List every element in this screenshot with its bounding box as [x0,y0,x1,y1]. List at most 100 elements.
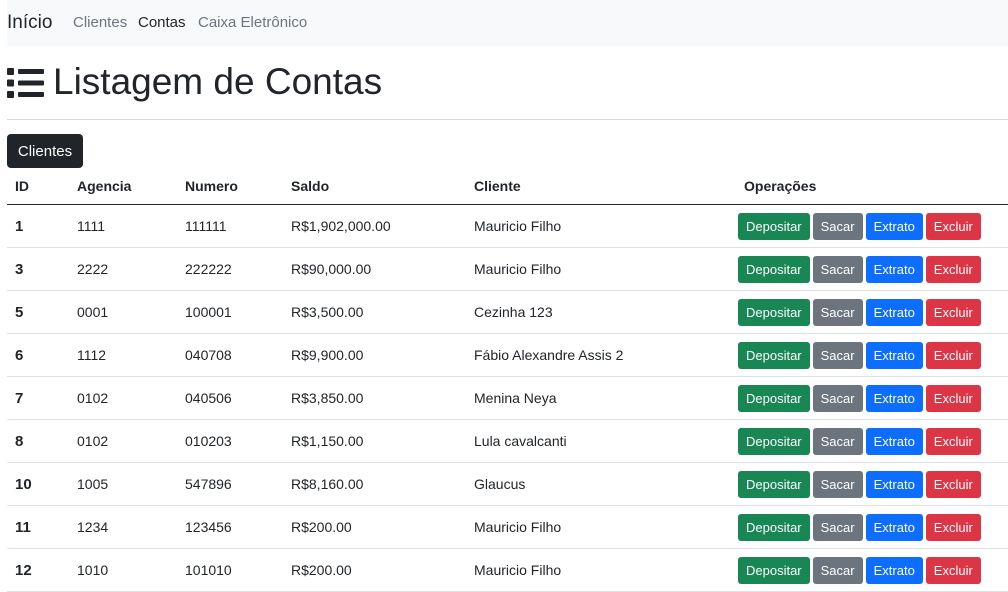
cell-agencia: 1112 [69,333,177,377]
extrato-button[interactable]: Extrato [865,341,923,369]
cell-saldo: R$200.00 [283,505,466,549]
cell-id: 1 [7,204,69,248]
col-header-cliente: Cliente [466,168,736,205]
extrato-button[interactable]: Extrato [865,298,923,326]
excluir-button[interactable]: Excluir [925,212,981,240]
cell-operacoes: Depositar Sacar Extrato Excluir [736,290,1008,334]
table-header-row: ID Agencia Numero Saldo Cliente Operaçõe… [7,168,1008,205]
cell-agencia: 1005 [69,462,177,506]
cell-operacoes: Depositar Sacar Extrato Excluir [736,462,1008,506]
cell-agencia: 0102 [69,376,177,420]
sacar-button[interactable]: Sacar [812,556,863,584]
extrato-button[interactable]: Extrato [865,513,923,541]
table-row: 3 2222 222222 R$90,000.00 Mauricio Filho Depo… [7,247,1008,291]
nav-link-clientes[interactable]: Clientes [73,14,127,31]
table-row: 1 1111 111111 R$1,902,000.00 Mauricio Filho D… [7,204,1008,248]
cell-numero: 101010 [177,548,283,592]
cell-cliente: Mauricio Filho [466,505,736,549]
cell-saldo: R$8,160.00 [283,462,466,506]
cell-numero: 040506 [177,376,283,420]
cell-saldo: R$3,500.00 [283,290,466,334]
sacar-button[interactable]: Sacar [812,513,863,541]
extrato-button[interactable]: Extrato [865,384,923,412]
cell-cliente: Lula cavalcanti [466,419,736,463]
table-row: 12 1010 101010 R$200.00 Mauricio Filho Deposi… [7,548,1008,592]
nav-link-caixa-eletronico[interactable]: Caixa Eletrônico [198,14,307,31]
depositar-button[interactable]: Depositar [738,212,810,240]
contas-table: ID Agencia Numero Saldo Cliente Operaçõe… [7,168,1008,592]
cell-operacoes: Depositar Sacar Extrato Excluir [736,376,1008,420]
cell-id: 10 [7,462,69,506]
excluir-button[interactable]: Excluir [925,427,981,455]
sacar-button[interactable]: Sacar [812,341,863,369]
sacar-button[interactable]: Sacar [812,298,863,326]
cell-operacoes: Depositar Sacar Extrato Excluir [736,419,1008,463]
depositar-button[interactable]: Depositar [738,255,810,283]
excluir-button[interactable]: Excluir [925,556,981,584]
cell-operacoes: Depositar Sacar Extrato Excluir [736,333,1008,377]
table-row: 6 1112 040708 R$9,900.00 Fábio Alexandre Ass… [7,333,1008,377]
cell-id: 8 [7,419,69,463]
brand-link[interactable]: Início [7,12,52,34]
col-header-numero: Numero [177,168,283,205]
cell-id: 7 [7,376,69,420]
cell-cliente: Menina Neya [466,376,736,420]
col-header-id: ID [7,168,69,205]
cell-agencia: 1234 [69,505,177,549]
cell-numero: 111111 [177,204,283,248]
excluir-button[interactable]: Excluir [925,470,981,498]
extrato-button[interactable]: Extrato [865,556,923,584]
cell-saldo: R$9,900.00 [283,333,466,377]
cell-numero: 040708 [177,333,283,377]
cell-cliente: Mauricio Filho [466,247,736,291]
sacar-button[interactable]: Sacar [812,470,863,498]
sacar-button[interactable]: Sacar [812,384,863,412]
excluir-button[interactable]: Excluir [925,255,981,283]
cell-saldo: R$3,850.00 [283,376,466,420]
cell-numero: 123456 [177,505,283,549]
depositar-button[interactable]: Depositar [738,556,810,584]
sacar-button[interactable]: Sacar [812,212,863,240]
table-row: 5 0001 100001 R$3,500.00 Cezinha 123 Deposita… [7,290,1008,334]
excluir-button[interactable]: Excluir [925,384,981,412]
list-icon [7,68,44,98]
depositar-button[interactable]: Depositar [738,470,810,498]
cell-agencia: 0102 [69,419,177,463]
cell-numero: 222222 [177,247,283,291]
extrato-button[interactable]: Extrato [865,427,923,455]
extrato-button[interactable]: Extrato [865,470,923,498]
cell-saldo: R$90,000.00 [283,247,466,291]
cell-cliente: Fábio Alexandre Assis 2 [466,333,736,377]
cell-agencia: 1010 [69,548,177,592]
cell-cliente: Cezinha 123 [466,290,736,334]
cell-saldo: R$1,902,000.00 [283,204,466,248]
depositar-button[interactable]: Depositar [738,298,810,326]
clientes-button[interactable]: Clientes [7,134,83,168]
cell-agencia: 0001 [69,290,177,334]
cell-id: 5 [7,290,69,334]
cell-agencia: 2222 [69,247,177,291]
extrato-button[interactable]: Extrato [865,255,923,283]
cell-operacoes: Depositar Sacar Extrato Excluir [736,548,1008,592]
nav-link-contas[interactable]: Contas [138,14,186,31]
sacar-button[interactable]: Sacar [812,255,863,283]
sacar-button[interactable]: Sacar [812,427,863,455]
table-row: 7 0102 040506 R$3,850.00 Menina Neya Deposita… [7,376,1008,420]
depositar-button[interactable]: Depositar [738,513,810,541]
cell-saldo: R$1,150.00 [283,419,466,463]
cell-agencia: 1111 [69,204,177,248]
page-title: Listagem de Contas [53,61,383,102]
depositar-button[interactable]: Depositar [738,427,810,455]
table-row: 10 1005 547896 R$8,160.00 Glaucus Depositar Sa… [7,462,1008,506]
depositar-button[interactable]: Depositar [738,341,810,369]
cell-numero: 010203 [177,419,283,463]
depositar-button[interactable]: Depositar [738,384,810,412]
extrato-button[interactable]: Extrato [865,212,923,240]
cell-numero: 547896 [177,462,283,506]
excluir-button[interactable]: Excluir [925,513,981,541]
header-divider [7,119,1008,120]
excluir-button[interactable]: Excluir [925,298,981,326]
excluir-button[interactable]: Excluir [925,341,981,369]
cell-id: 6 [7,333,69,377]
cell-operacoes: Depositar Sacar Extrato Excluir [736,247,1008,291]
